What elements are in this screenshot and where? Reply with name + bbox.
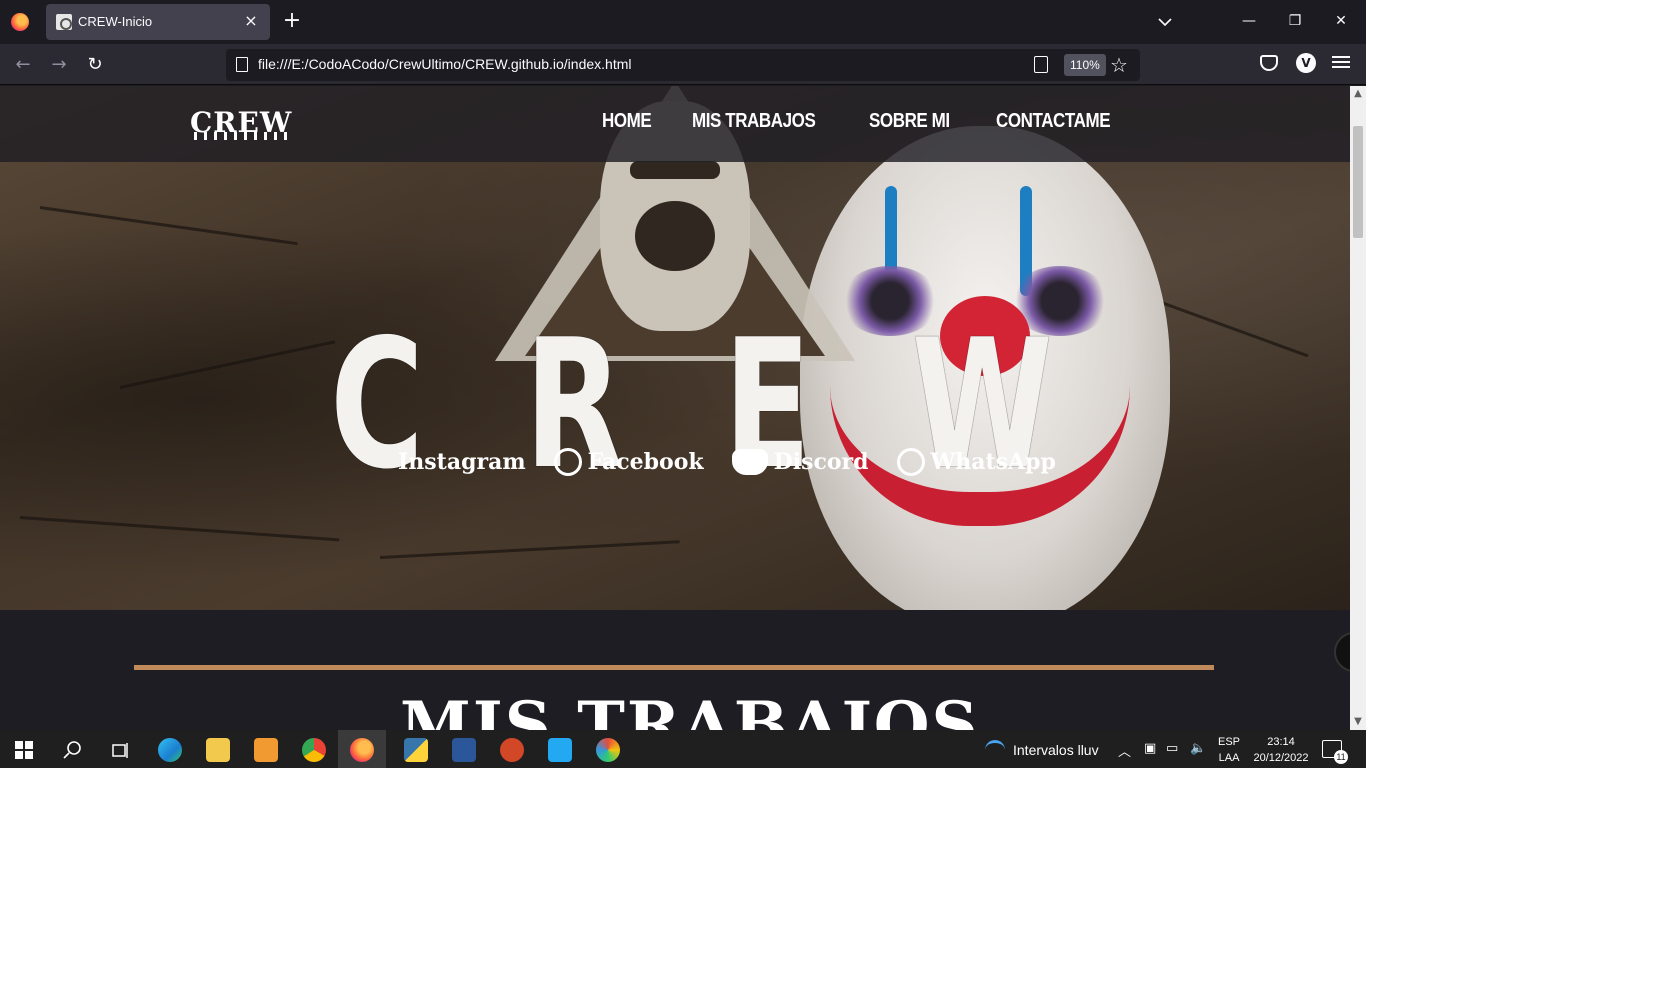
scroll-thumb[interactable] [1353, 126, 1363, 238]
tab-strip: CREW-Inicio × + — ❐ ✕ [0, 0, 1366, 44]
meet-now-icon[interactable]: ▣ [1144, 741, 1156, 756]
firefox-icon [350, 738, 374, 762]
nav-mis-trabajos[interactable]: MIS TRABAJOS [692, 110, 816, 133]
network-icon[interactable]: ▭ [1166, 741, 1178, 756]
chrome-icon [302, 738, 326, 762]
scroll-down-icon[interactable]: ▼ [1352, 716, 1364, 728]
whatsapp-icon [896, 448, 925, 476]
volume-icon[interactable]: 🔈 [1190, 741, 1206, 756]
scroll-up-icon[interactable]: ▲ [1352, 88, 1364, 100]
nav-contactame[interactable]: CONTACTAME [996, 110, 1111, 133]
whatsapp-label: WhatsApp [930, 449, 1056, 475]
wall-crack [19, 516, 340, 542]
reader-view-icon[interactable] [1034, 56, 1048, 73]
taskbar-app-firefox[interactable] [338, 730, 386, 768]
site-favicon-icon [56, 14, 72, 30]
facebook-icon [553, 448, 582, 476]
notification-count-badge: 11 [1334, 750, 1348, 764]
start-button[interactable] [0, 730, 48, 768]
taskbar-app-powerpoint[interactable] [488, 730, 536, 768]
web-page: C R E W Instagram Facebook Discord Whats… [0, 86, 1350, 731]
chevron-down-icon [1158, 18, 1172, 27]
url-text[interactable]: file:///E:/CodoACodo/CrewUltimo/CREW.git… [258, 56, 631, 72]
pdf-reader-icon [254, 738, 278, 762]
account-avatar[interactable]: V [1296, 53, 1316, 73]
page-icon [236, 57, 248, 72]
system-clock[interactable]: 23:14 20/12/2022 [1250, 734, 1312, 766]
bookmark-star-icon[interactable]: ☆ [1110, 53, 1128, 77]
taskbar-app-explorer[interactable] [194, 730, 242, 768]
wall-crack [119, 340, 336, 389]
forward-button[interactable]: → [46, 52, 72, 78]
taskbar-app-pdf[interactable] [242, 730, 290, 768]
tray-overflow-icon[interactable]: ︿ [1118, 741, 1131, 760]
wall-crack [39, 206, 298, 246]
taskbar-app-edge[interactable] [146, 730, 194, 768]
clock-date: 20/12/2022 [1253, 752, 1309, 764]
instagram-label: Instagram [398, 449, 526, 475]
weather-text: Intervalos lluv [1013, 742, 1099, 758]
windows-logo-icon [15, 741, 33, 759]
back-button[interactable]: ← [10, 52, 36, 78]
umbrella-rain-icon [985, 740, 1005, 760]
taskbar-app-word[interactable] [440, 730, 488, 768]
restore-button[interactable]: ❐ [1272, 0, 1318, 44]
taskbar-app-paint[interactable] [584, 730, 632, 768]
section-divider [134, 665, 1214, 670]
firefox-logo-icon[interactable] [11, 13, 29, 31]
taskbar-app-vscode[interactable] [536, 730, 584, 768]
windows-taskbar: Intervalos lluv ︿ ▣ ▭ 🔈 ESP LAA 23:14 20… [0, 730, 1366, 768]
screen: CREW-Inicio × + — ❐ ✕ ← → ↻ file:///E:/C… [0, 0, 1366, 768]
social-links: Instagram Facebook Discord WhatsApp [398, 442, 1056, 482]
hamburger-menu-icon[interactable] [1332, 53, 1350, 73]
reload-button[interactable]: ↻ [82, 52, 108, 78]
clock-time: 23:14 [1267, 736, 1295, 748]
tab-crew-inicio[interactable]: CREW-Inicio × [46, 4, 270, 40]
edge-icon [158, 738, 182, 762]
discord-link[interactable]: Discord [731, 449, 869, 475]
word-icon [452, 738, 476, 762]
vscode-icon [548, 738, 572, 762]
new-tab-button[interactable]: + [280, 10, 304, 34]
site-nav: HOME MIS TRABAJOS SOBRE MI CONTACTAME [602, 110, 1130, 133]
weather-widget[interactable]: Intervalos lluv [985, 740, 1099, 760]
close-window-button[interactable]: ✕ [1318, 0, 1364, 44]
site-header: CREW HOME MIS TRABAJOS SOBRE MI CONTACTA… [0, 86, 1350, 162]
nav-sobre-mi[interactable]: SOBRE MI [869, 110, 950, 133]
powerpoint-icon [500, 738, 524, 762]
nav-home[interactable]: HOME [602, 110, 652, 133]
navigation-toolbar: ← → ↻ file:///E:/CodoACodo/CrewUltimo/CR… [0, 44, 1366, 85]
minimize-button[interactable]: — [1226, 0, 1272, 44]
search-button[interactable] [48, 730, 96, 768]
task-view-button[interactable] [96, 730, 144, 768]
language-indicator[interactable]: ESP LAA [1218, 734, 1240, 766]
task-view-icon [112, 743, 128, 758]
tab-title: CREW-Inicio [78, 14, 153, 29]
hero-banner: C R E W Instagram Facebook Discord Whats… [0, 86, 1350, 610]
tab-close-icon[interactable]: × [240, 10, 262, 32]
site-logo[interactable]: CREW [190, 106, 292, 140]
pocket-icon[interactable] [1260, 55, 1278, 71]
whatsapp-link[interactable]: WhatsApp [896, 448, 1056, 476]
instagram-link[interactable]: Instagram [398, 449, 526, 475]
url-bar[interactable]: file:///E:/CodoACodo/CrewUltimo/CREW.git… [226, 49, 1140, 81]
python-icon [404, 738, 428, 762]
search-icon [63, 741, 81, 759]
taskbar-app-python[interactable] [392, 730, 440, 768]
discord-icon [731, 449, 768, 475]
facebook-label: Facebook [587, 449, 704, 475]
file-explorer-icon [206, 738, 230, 762]
tab-list-button[interactable] [1155, 12, 1175, 32]
section-title: MIS TRABAJOS [400, 688, 980, 731]
taskbar-app-chrome[interactable] [290, 730, 338, 768]
discord-label: Discord [773, 449, 869, 475]
paint-icon [596, 738, 620, 762]
zoom-level-button[interactable]: 110% [1064, 54, 1106, 76]
chat-widget-button[interactable] [1334, 632, 1350, 672]
page-scrollbar[interactable]: ▲ ▼ [1350, 86, 1366, 731]
wall-crack [379, 540, 680, 559]
facebook-link[interactable]: Facebook [553, 448, 704, 476]
